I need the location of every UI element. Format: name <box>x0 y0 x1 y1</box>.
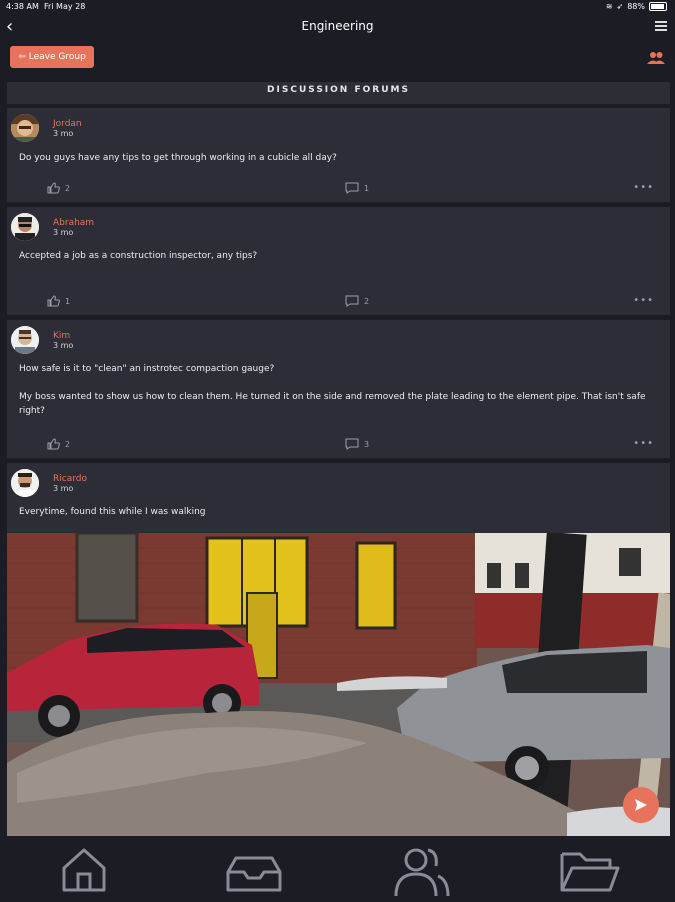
location-icon: ➶ <box>616 2 624 11</box>
people-icon <box>394 848 450 897</box>
like-count: 2 <box>65 439 71 449</box>
comment-icon <box>345 438 359 450</box>
navigation-bar: ‹ Engineering <box>0 14 675 42</box>
post-author[interactable]: Kim <box>53 331 70 341</box>
avatar-image <box>11 114 39 142</box>
home-icon <box>62 848 106 892</box>
hamburger-icon[interactable] <box>655 19 667 33</box>
post-author[interactable]: Jordan <box>53 119 82 129</box>
section-header: DISCUSSION FORUMS <box>7 82 670 104</box>
status-bar: 4:38 AM Fri May 28 ≋ ➶ 88% <box>0 0 675 14</box>
send-icon <box>635 799 647 811</box>
comment-count: 1 <box>364 183 370 193</box>
leave-icon: ⇦ <box>18 52 26 62</box>
avatar-image <box>11 326 39 354</box>
ellipsis-icon[interactable]: ••• <box>633 182 654 193</box>
post-card[interactable]: Ricardo 3 mo Everytime, found this while… <box>7 463 670 838</box>
inbox-icon <box>226 856 282 892</box>
post-body: Accepted a job as a construction inspect… <box>19 251 258 261</box>
group-icon[interactable] <box>647 50 665 66</box>
folder-icon <box>560 852 620 892</box>
avatar-image <box>11 213 39 241</box>
street-photo <box>7 533 670 838</box>
tab-inbox[interactable] <box>224 844 284 894</box>
post-body: How safe is it to "clean" an instrotec c… <box>19 364 275 374</box>
post-author[interactable]: Ricardo <box>53 474 87 484</box>
comment-count: 3 <box>364 439 370 449</box>
post-time: 3 mo <box>53 341 74 350</box>
battery-label: 88% <box>627 2 645 11</box>
comment-icon <box>345 295 359 307</box>
status-time: 4:38 AM Fri May 28 <box>6 2 86 11</box>
avatar[interactable] <box>11 114 39 142</box>
post-card[interactable]: Jordan 3 mo Do you guys have any tips to… <box>7 108 670 202</box>
post-body-continued: My boss wanted to show us how to clean t… <box>19 392 646 416</box>
page-title: Engineering <box>301 19 374 33</box>
ellipsis-icon[interactable]: ••• <box>633 295 654 306</box>
avatar[interactable] <box>11 326 39 354</box>
avatar-image <box>11 469 39 497</box>
post-card[interactable]: Kim 3 mo How safe is it to "clean" an in… <box>7 320 670 458</box>
post-author[interactable]: Abraham <box>53 218 94 228</box>
like-button[interactable]: 2 <box>47 182 70 194</box>
ellipsis-icon[interactable]: ••• <box>633 438 654 449</box>
comment-count: 2 <box>364 296 370 306</box>
leave-group-label: Leave Group <box>28 52 86 62</box>
thumbs-up-icon <box>47 182 60 194</box>
comment-button[interactable]: 2 <box>345 295 369 307</box>
tab-people[interactable] <box>392 844 452 897</box>
send-button[interactable] <box>623 787 659 823</box>
like-button[interactable]: 2 <box>47 438 70 450</box>
avatar[interactable] <box>11 213 39 241</box>
like-count: 2 <box>65 183 71 193</box>
post-time: 3 mo <box>53 228 74 237</box>
leave-group-button[interactable]: ⇦ Leave Group <box>10 46 94 68</box>
battery-icon <box>649 2 667 11</box>
post-body: Everytime, found this while I was walkin… <box>19 507 206 517</box>
status-right: ≋ ➶ 88% <box>606 2 667 11</box>
tab-home[interactable] <box>56 844 116 894</box>
comment-icon <box>345 182 359 194</box>
post-time: 3 mo <box>53 484 74 493</box>
post-time: 3 mo <box>53 129 74 138</box>
avatar[interactable] <box>11 469 39 497</box>
post-photo[interactable] <box>7 533 670 838</box>
comment-button[interactable]: 3 <box>345 438 369 450</box>
like-button[interactable]: 1 <box>47 295 70 307</box>
post-body: Do you guys have any tips to get through… <box>19 153 337 163</box>
wifi-icon: ≋ <box>605 2 613 11</box>
like-count: 1 <box>65 296 71 306</box>
bottom-tab-bar <box>0 836 675 900</box>
post-card[interactable]: Abraham 3 mo Accepted a job as a constru… <box>7 207 670 315</box>
thumbs-up-icon <box>47 295 60 307</box>
tab-folder[interactable] <box>558 844 620 894</box>
comment-button[interactable]: 1 <box>345 182 369 194</box>
thumbs-up-icon <box>47 438 60 450</box>
